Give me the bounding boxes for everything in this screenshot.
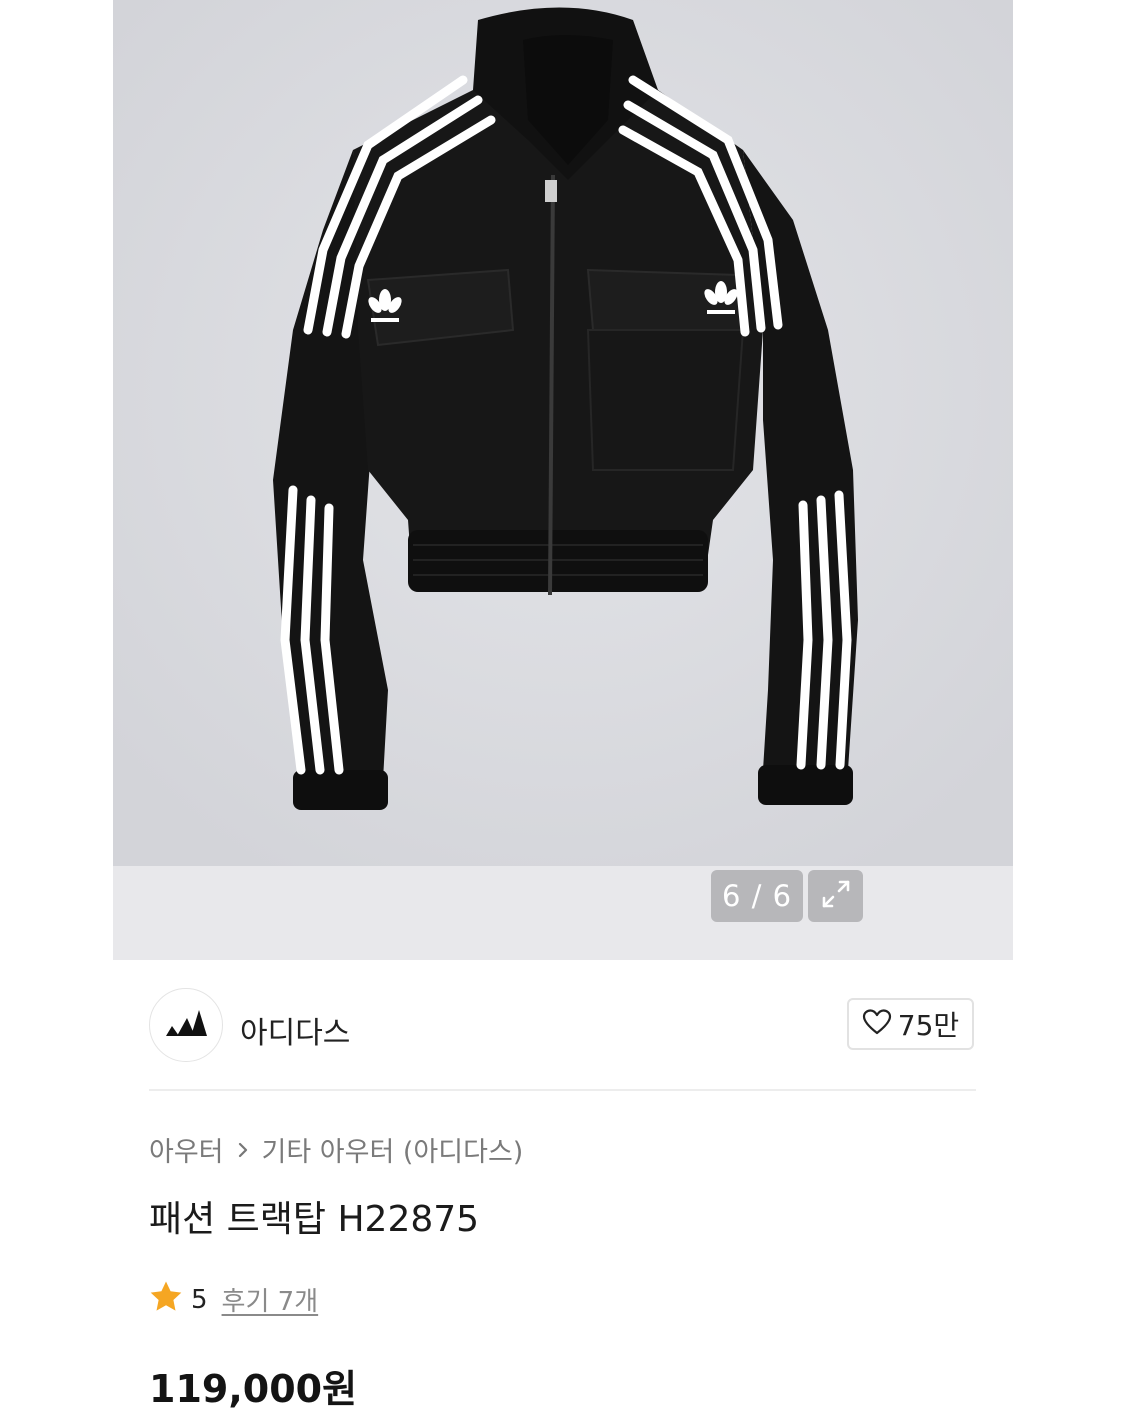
adidas-logo-icon [164,1008,208,1042]
expand-button[interactable] [808,870,863,922]
image-counter: 6 / 6 [711,870,803,922]
gallery-footer [113,866,1013,960]
product-image[interactable] [113,0,1013,866]
chevron-right-icon [236,1140,250,1160]
product-title: 패션 트랙탑 H22875 [149,1199,480,1240]
product-price: 119,000원 [149,1367,358,1411]
brand-name-link[interactable]: 아디다스 [240,1008,350,1052]
breadcrumb: 아우터 기타 아우터 (아디다스) [149,1130,523,1169]
rating-value: 5 [191,1284,208,1315]
breadcrumb-item-other-outer[interactable]: 기타 아우터 (아디다스) [262,1130,524,1169]
breadcrumb-item-outer[interactable]: 아우터 [149,1130,224,1169]
review-link[interactable]: 후기 7개 [222,1281,319,1318]
jacket-illustration [113,0,1013,866]
like-count: 75만 [897,1009,960,1042]
divider [149,1089,976,1091]
rating-row: 5 후기 7개 [149,1280,318,1319]
expand-icon [819,877,853,915]
brand-row: 아디다스 75만 [149,988,977,1062]
brand-logo-button[interactable] [149,988,223,1062]
product-gallery[interactable] [113,0,1013,960]
like-button[interactable]: 75만 [847,998,974,1050]
heart-icon [862,1008,892,1040]
star-icon [149,1280,183,1319]
